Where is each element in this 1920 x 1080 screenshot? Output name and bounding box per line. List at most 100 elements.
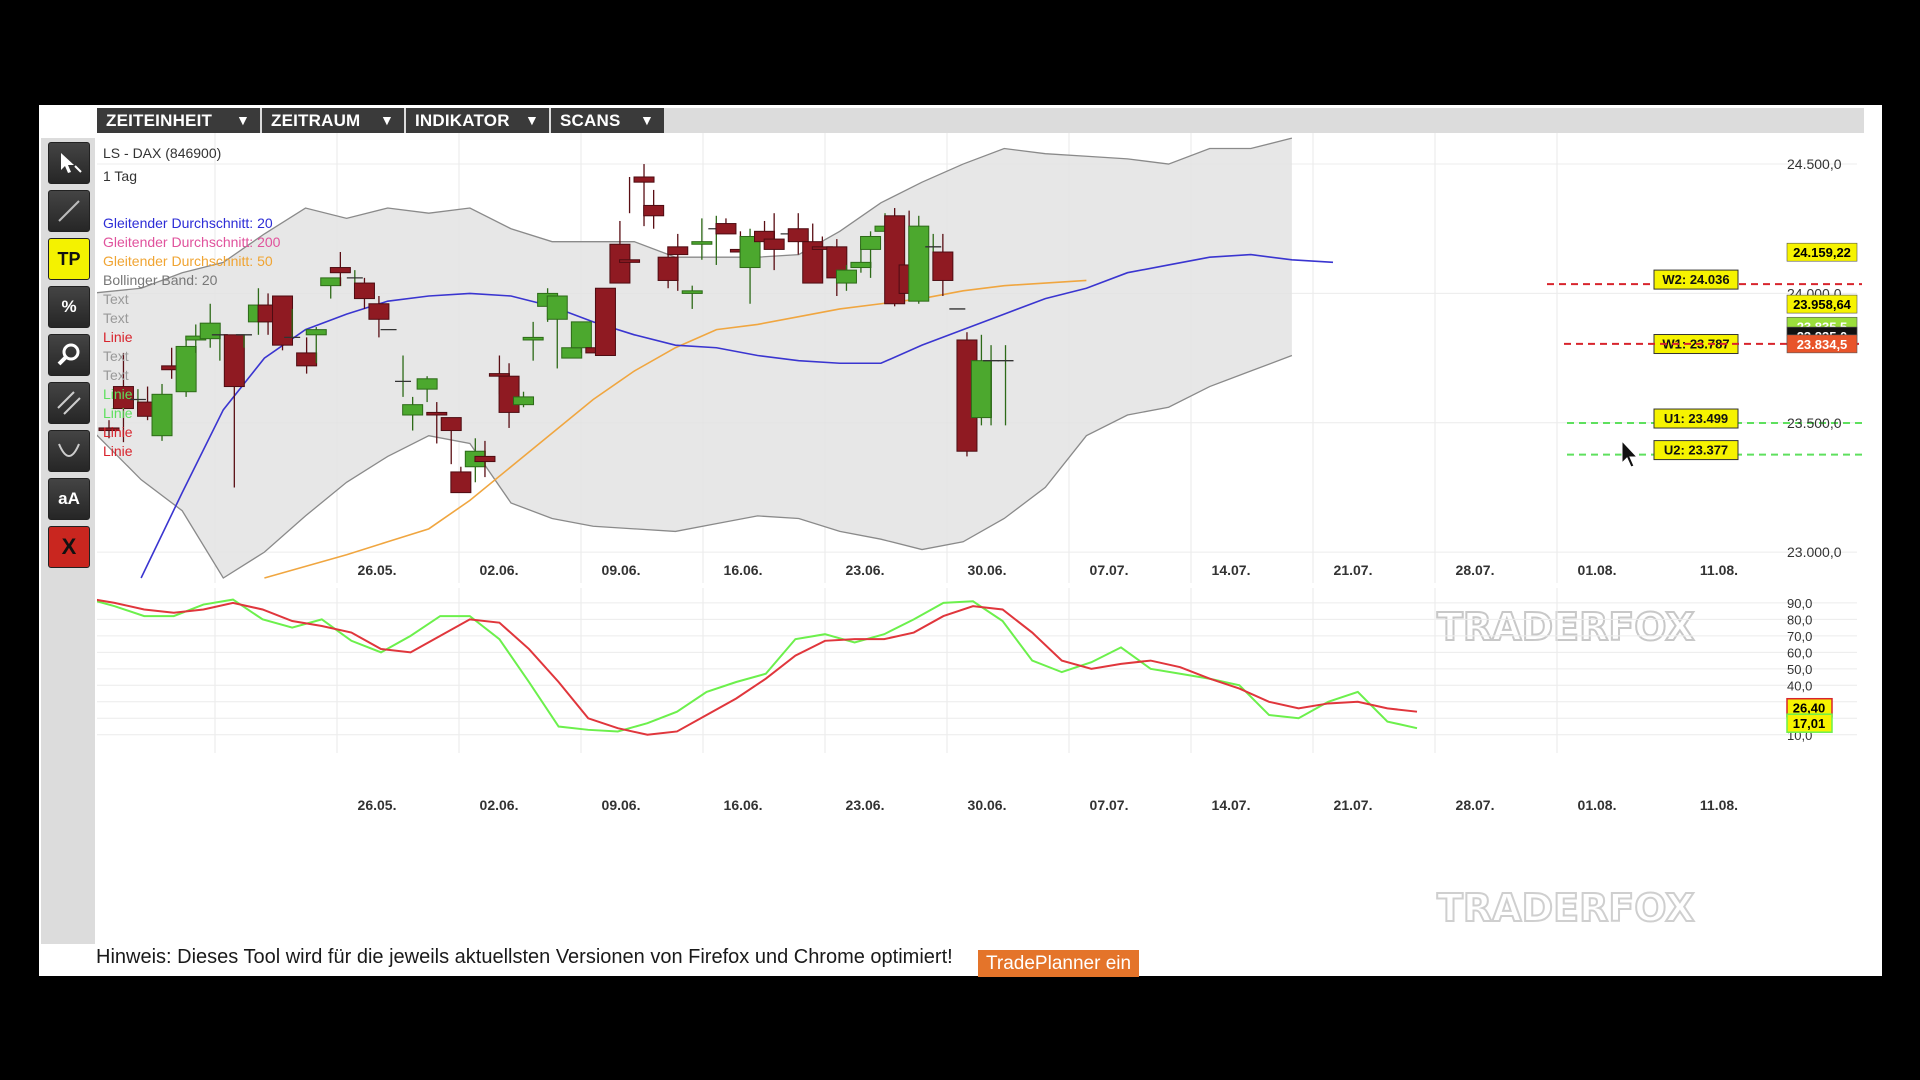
candle-body [199,322,221,340]
candle-body [402,404,424,416]
timeframe-label: 1 Tag [103,168,137,184]
candle-body [715,223,737,235]
candle-body [681,290,703,294]
y-tick-label: 60,0 [1787,645,1812,660]
candle-body [787,228,809,243]
price-tag-label: 23.958,64 [1793,297,1852,312]
level-box-label: U1: 23.499 [1664,411,1728,426]
x-tick-label: 01.08. [1578,562,1617,578]
y-tick-label: 80,0 [1787,612,1812,627]
text-tool[interactable]: aA [48,478,90,520]
x-tick-label: 30.06. [968,797,1007,813]
legend-entry: Linie [103,386,133,402]
menu-zeiteinheit[interactable]: ZEITEINHEIT ▼ [97,108,260,133]
x-tick-label: 14.07. [1212,797,1251,813]
menu-bar: ZEITEINHEIT ▼ ZEITRAUM ▼ INDIKATOR ▼ SCANS ▼ [97,108,1864,133]
drawing-toolbar: TP % aA X [41,138,95,944]
candle-body [296,352,318,367]
menu-indikator-label: INDIKATOR [415,111,510,130]
x-tick-label: 07.07. [1090,797,1129,813]
delete-all-tool[interactable]: X [48,526,90,568]
watermark-stoch: TRADERFOX [1437,886,1695,930]
level-box-label: W2: 24.036 [1662,272,1729,287]
level-box: U2: 23.377 [1653,440,1739,461]
candle [594,287,616,356]
candle-body [657,256,679,281]
y-tick-label: 40,0 [1787,678,1812,693]
tradeplanner-toggle-button[interactable]: TradePlanner ein [978,950,1140,977]
x-tick-label: 07.07. [1090,562,1129,578]
tp-icon: TP [57,248,81,269]
x-tick-label: 26.05. [358,797,397,813]
candle-body [667,246,689,256]
x-icon: X [61,534,77,559]
y-tick-label: 90,0 [1787,596,1812,611]
x-tick-label: 11.08. [1700,562,1738,578]
y-tick-label: 23.000,0 [1787,544,1842,560]
candle-body [835,269,857,284]
tradeplanner-tool[interactable]: TP [48,238,90,280]
trendline-tool[interactable] [48,190,90,232]
candle-body [513,396,535,406]
chart-canvas[interactable]: W2: 24.036W1: 23.787U1: 23.499U2: 23.377… [97,133,1864,945]
menu-scans[interactable]: SCANS ▼ [551,108,664,133]
menu-zeiteinheit-label: ZEITEINHEIT [106,111,213,130]
x-tick-label: 30.06. [968,562,1007,578]
cursor-icon [61,153,82,173]
chevron-down-icon: ▼ [235,112,250,128]
zoom-tool[interactable] [48,334,90,376]
legend-entry: Text [103,348,129,364]
y-tick-label: 23.500,0 [1787,415,1842,431]
menu-indikator[interactable]: INDIKATOR ▼ [406,108,549,133]
candle-body [474,455,496,463]
y-tick-label: 50,0 [1787,662,1812,677]
parallel-lines-tool[interactable] [48,382,90,424]
candle-body [763,238,785,250]
chevron-down-icon: ▼ [379,112,394,128]
x-tick-label: 14.07. [1212,562,1251,578]
candle-body [450,471,472,494]
candle-body [498,375,520,413]
menu-zeitraum[interactable]: ZEITRAUM ▼ [262,108,404,133]
chevron-down-icon: ▼ [524,112,539,128]
legend-entry: Text [103,291,129,307]
x-tick-label: 16.06. [724,797,763,813]
price-tag-label: 23.834,5 [1797,337,1848,352]
level-box: W2: 24.036 [1653,269,1739,290]
candle-body [151,393,173,437]
legend-entry: Gleitender Durchschnitt: 20 [103,215,273,231]
chevron-down-icon: ▼ [639,112,654,128]
candle-body [223,334,245,388]
candle-body [329,267,351,274]
price-tag-label: 24.159,22 [1793,245,1851,260]
x-tick-label: 11.08. [1700,797,1738,813]
candle-body [546,295,568,320]
candle-body [561,347,583,359]
candle-body [619,259,641,263]
stochastic-tag-label: 17,01 [1793,716,1826,731]
candle-body [609,243,631,284]
watermark-main: TRADERFOX [1437,605,1695,649]
x-tick-label: 02.06. [480,562,519,578]
candle-body [522,336,544,341]
curve-tool[interactable] [48,430,90,472]
browser-hint: Hinweis: Dieses Tool wird für die jeweil… [96,946,953,968]
percent-tool[interactable]: % [48,286,90,328]
select-pointer-tool[interactable] [48,142,90,184]
x-tick-label: 21.07. [1334,562,1373,578]
x-tick-label: 26.05. [358,562,397,578]
x-tick-label: 16.06. [724,562,763,578]
price-tag: 23.958,64 [1786,294,1858,314]
percent-icon: % [61,297,77,316]
x-tick-label: 09.06. [602,797,641,813]
x-tick-label: 01.08. [1578,797,1617,813]
stochastic-tags: 26,4017,01 [1786,697,1833,733]
candle-body [691,241,713,245]
legend-entry: Linie [103,443,133,459]
level-box-label: U2: 23.377 [1664,443,1728,458]
curve-icon [58,443,80,457]
parallel-lines-icon [57,391,81,415]
x-tick-label: 28.07. [1456,562,1495,578]
x-tick-label: 23.06. [846,797,885,813]
candle-body [932,251,954,281]
